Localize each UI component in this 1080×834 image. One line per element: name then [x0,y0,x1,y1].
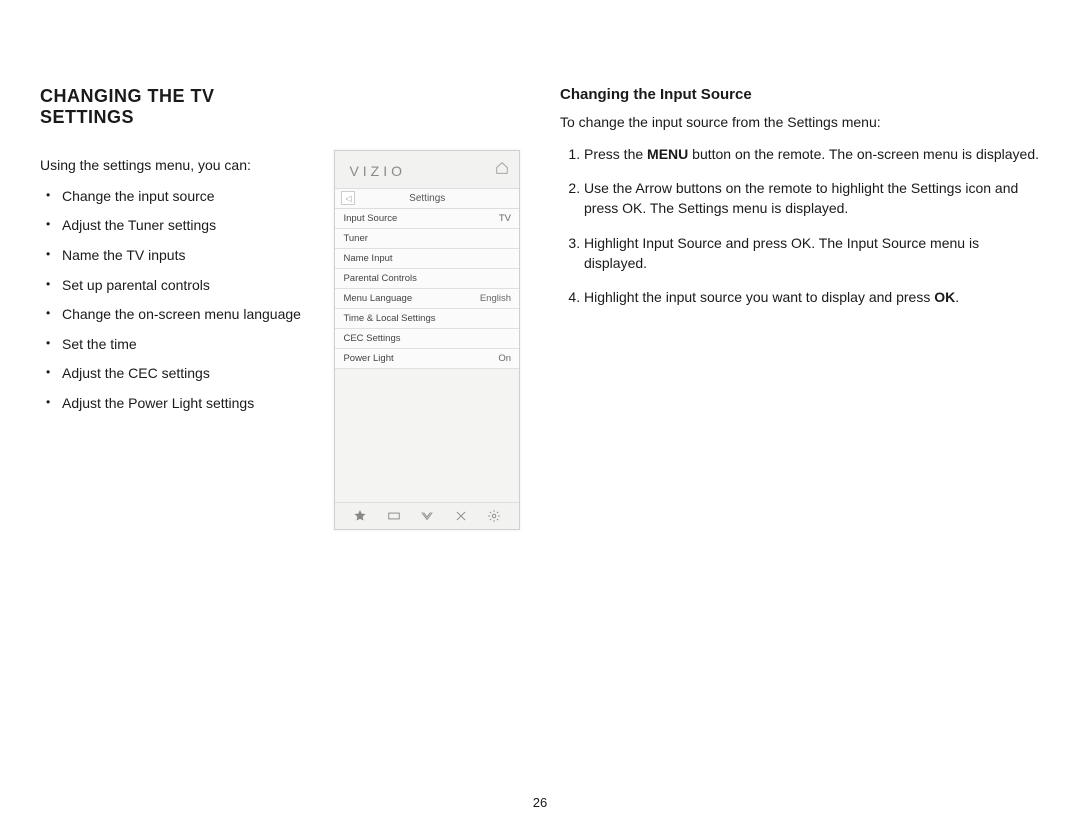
subsection-title: Changing the Input Source [560,86,1040,103]
tv-settings-menu: VIZIO ◁ Settings Input SourceTV Tuner Na… [334,150,520,530]
row-label: Menu Language [335,289,463,309]
row-value [463,229,519,249]
table-row[interactable]: Name Input [335,249,519,269]
close-icon[interactable] [452,509,470,523]
wide-icon[interactable] [385,509,403,523]
page-number: 26 [533,795,547,810]
row-label: CEC Settings [335,329,463,349]
row-label: Name Input [335,249,463,269]
list-item: Name the TV inputs [62,246,306,266]
list-item: Highlight Input Source and press OK. The… [584,233,1040,274]
row-value [463,309,519,329]
table-row[interactable]: Input SourceTV [335,209,519,229]
capabilities-list: Change the input source Adjust the Tuner… [40,187,306,414]
row-value: TV [463,209,519,229]
v-icon[interactable] [418,509,436,523]
list-item: Press the MENU button on the remote. The… [584,144,1040,164]
row-value: On [463,349,519,369]
list-item: Adjust the Power Light settings [62,394,306,414]
intro-text: Using the settings menu, you can: [40,156,306,175]
table-row[interactable]: Parental Controls [335,269,519,289]
subsection-lead: To change the input source from the Sett… [560,113,1040,132]
table-row[interactable]: CEC Settings [335,329,519,349]
home-icon[interactable] [495,161,509,180]
row-label: Power Light [335,349,463,369]
table-row[interactable]: Power LightOn [335,349,519,369]
list-item: Highlight the input source you want to d… [584,287,1040,307]
row-value: English [463,289,519,309]
table-row[interactable]: Time & Local Settings [335,309,519,329]
row-label: Input Source [335,209,463,229]
gear-icon[interactable] [485,509,503,523]
breadcrumb: ◁ Settings [335,188,519,209]
list-item: Change the on-screen menu language [62,305,306,325]
breadcrumb-label: Settings [409,193,445,204]
table-row[interactable]: Menu LanguageEnglish [335,289,519,309]
list-item: Set the time [62,335,306,355]
list-item: Adjust the Tuner settings [62,216,306,236]
list-item: Set up parental controls [62,276,306,296]
list-item: Change the input source [62,187,306,207]
table-row[interactable]: Tuner [335,229,519,249]
tv-footer-bar [335,502,519,529]
row-value [463,249,519,269]
back-icon[interactable]: ◁ [341,191,355,205]
list-item: Adjust the CEC settings [62,364,306,384]
tv-brand-label: VIZIO [349,163,406,179]
row-label: Tuner [335,229,463,249]
star-icon[interactable] [351,509,369,523]
row-value [463,269,519,289]
settings-table: Input SourceTV Tuner Name Input Parental… [335,209,519,369]
section-title: CHANGING THE TV SETTINGS [40,86,306,128]
list-item: Use the Arrow buttons on the remote to h… [584,178,1040,219]
row-value [463,329,519,349]
row-label: Time & Local Settings [335,309,463,329]
row-label: Parental Controls [335,269,463,289]
steps-list: Press the MENU button on the remote. The… [560,144,1040,308]
